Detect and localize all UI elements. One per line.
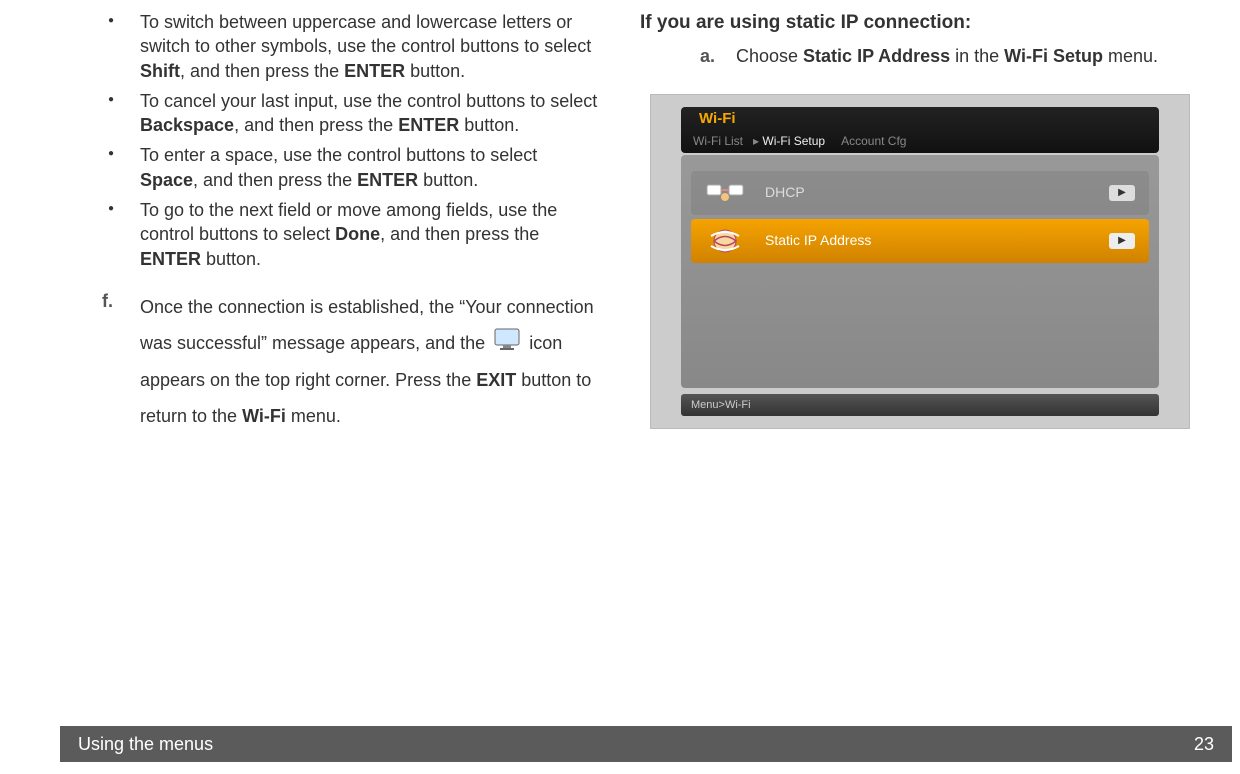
row-dhcp: DHCP ▶ [691, 171, 1149, 215]
bullet-item: To switch between uppercase and lowercas… [140, 10, 600, 83]
ss-title: Wi-Fi [699, 109, 736, 129]
text: , and then press the [193, 170, 357, 190]
text: button. [459, 115, 519, 135]
bold-text: ENTER [357, 170, 418, 190]
step-a: a. Choose Static IP Address in the Wi-Fi… [640, 44, 1210, 68]
play-icon: ▶ [1109, 233, 1135, 249]
play-icon: ▶ [1109, 185, 1135, 201]
globe-icon [705, 226, 745, 256]
bold-text: ENTER [140, 249, 201, 269]
text: To enter a space, use the control button… [140, 145, 537, 165]
tab-wifi-list: Wi-Fi List [693, 134, 743, 148]
monitor-icon [494, 326, 520, 362]
bullet-item: To cancel your last input, use the contr… [140, 89, 600, 138]
text: button. [201, 249, 261, 269]
tab-account-cfg: Account Cfg [841, 134, 906, 148]
row-static-ip: Static IP Address ▶ [691, 219, 1149, 263]
step-body: Once the connection is established, the … [140, 289, 600, 434]
text: , and then press the [380, 224, 539, 244]
bold-text: Wi-Fi [242, 406, 286, 426]
ss-topbar: Wi-Fi Wi-Fi List ▸ Wi-Fi Setup Account C… [681, 107, 1159, 153]
bold-text: Backspace [140, 115, 234, 135]
text: button. [405, 61, 465, 81]
page-footer: Using the menus 23 [60, 726, 1232, 762]
bullet-list: To switch between uppercase and lowercas… [60, 10, 600, 271]
left-column: To switch between uppercase and lowercas… [60, 10, 600, 434]
ss-body: DHCP ▶ Static IP Address ▶ [681, 155, 1159, 388]
bold-text: Wi-Fi Setup [1004, 46, 1103, 66]
section-heading: If you are using static IP connection: [640, 10, 1210, 36]
bold-text: Space [140, 170, 193, 190]
bold-text: EXIT [476, 370, 516, 390]
text: To switch between uppercase and lowercas… [140, 12, 591, 56]
bold-text: ENTER [398, 115, 459, 135]
step-f: f. Once the connection is established, t… [60, 289, 600, 434]
page-number: 23 [1194, 732, 1214, 756]
text: menu. [286, 406, 341, 426]
text: menu. [1103, 46, 1158, 66]
ss-tabs: Wi-Fi List ▸ Wi-Fi Setup Account Cfg [693, 133, 906, 149]
step-body: Choose Static IP Address in the Wi-Fi Se… [736, 44, 1158, 68]
row-label: DHCP [765, 183, 805, 202]
bullet-item: To go to the next field or move among fi… [140, 198, 600, 271]
dhcp-icon [705, 178, 745, 208]
bullet-item: To enter a space, use the control button… [140, 143, 600, 192]
text: in the [950, 46, 1004, 66]
step-label: f. [102, 289, 120, 434]
text: button. [418, 170, 478, 190]
text: To cancel your last input, use the contr… [140, 91, 597, 111]
text: , and then press the [180, 61, 344, 81]
bold-text: Done [335, 224, 380, 244]
text: , and then press the [234, 115, 398, 135]
tab-wifi-setup: Wi-Fi Setup [762, 134, 825, 148]
ss-breadcrumb: Menu>Wi-Fi [681, 394, 1159, 416]
bold-text: ENTER [344, 61, 405, 81]
step-label: a. [700, 44, 718, 68]
bold-text: Static IP Address [803, 46, 950, 66]
right-column: If you are using static IP connection: a… [640, 10, 1210, 434]
bold-text: Shift [140, 61, 180, 81]
text: Choose [736, 46, 803, 66]
wifi-setup-screenshot: Wi-Fi Wi-Fi List ▸ Wi-Fi Setup Account C… [650, 94, 1190, 429]
row-label: Static IP Address [765, 231, 871, 250]
footer-title: Using the menus [78, 732, 213, 756]
